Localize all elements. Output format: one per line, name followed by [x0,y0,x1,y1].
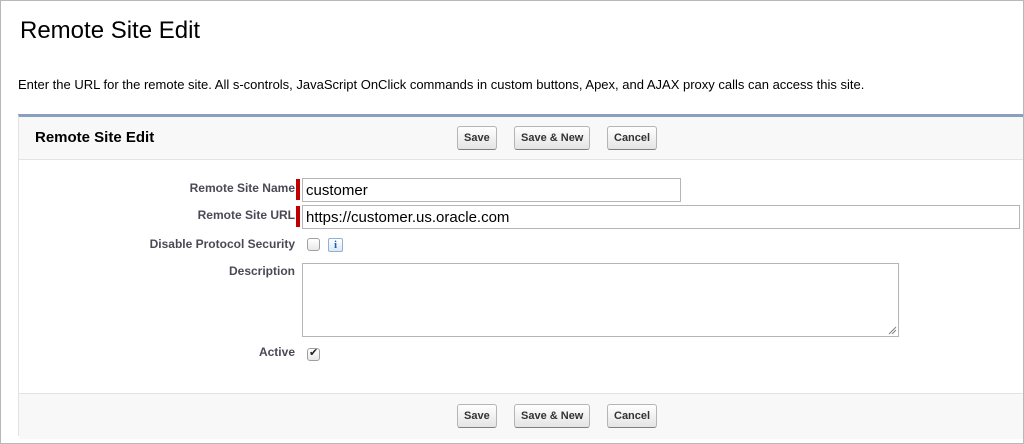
disable-protocol-security-label: Disable Protocol Security [149,237,295,251]
panel-footer: Save Save & New Cancel [19,393,1023,439]
required-indicator [296,206,300,227]
active-checkbox[interactable]: ✔ [307,347,320,361]
save-and-new-button-bottom[interactable]: Save & New [514,404,591,428]
required-indicator [296,179,300,200]
save-button-top[interactable]: Save [457,126,497,150]
remote-site-name-label: Remote Site Name [189,181,295,195]
active-label: Active [258,345,295,359]
checkmark-icon: ✔ [309,347,319,359]
description-label: Description [228,264,295,278]
save-button-bottom[interactable]: Save [457,404,497,428]
edit-panel: Remote Site Edit Save Save & New Cancel … [18,114,1023,439]
save-and-new-button-top[interactable]: Save & New [514,126,591,150]
panel-header: Remote Site Edit Save Save & New Cancel [19,117,1023,160]
info-icon[interactable]: i [328,238,343,252]
remote-site-url-input[interactable] [302,205,1020,229]
cancel-button-top[interactable]: Cancel [607,126,658,150]
cancel-button-bottom[interactable]: Cancel [607,404,658,428]
disable-protocol-security-checkbox[interactable] [307,238,320,251]
panel-body: Remote Site Name Remote Site URL Disable… [19,160,1023,393]
page-description: Enter the URL for the remote site. All s… [18,77,865,92]
description-textarea[interactable] [302,263,899,337]
window: Remote Site Edit Enter the URL for the r… [0,0,1024,444]
panel-title: Remote Site Edit [35,129,155,146]
resize-grip-icon[interactable] [887,325,897,335]
remote-site-name-input[interactable] [302,178,681,202]
page-title: Remote Site Edit [20,17,201,44]
remote-site-url-label: Remote Site URL [197,208,295,222]
